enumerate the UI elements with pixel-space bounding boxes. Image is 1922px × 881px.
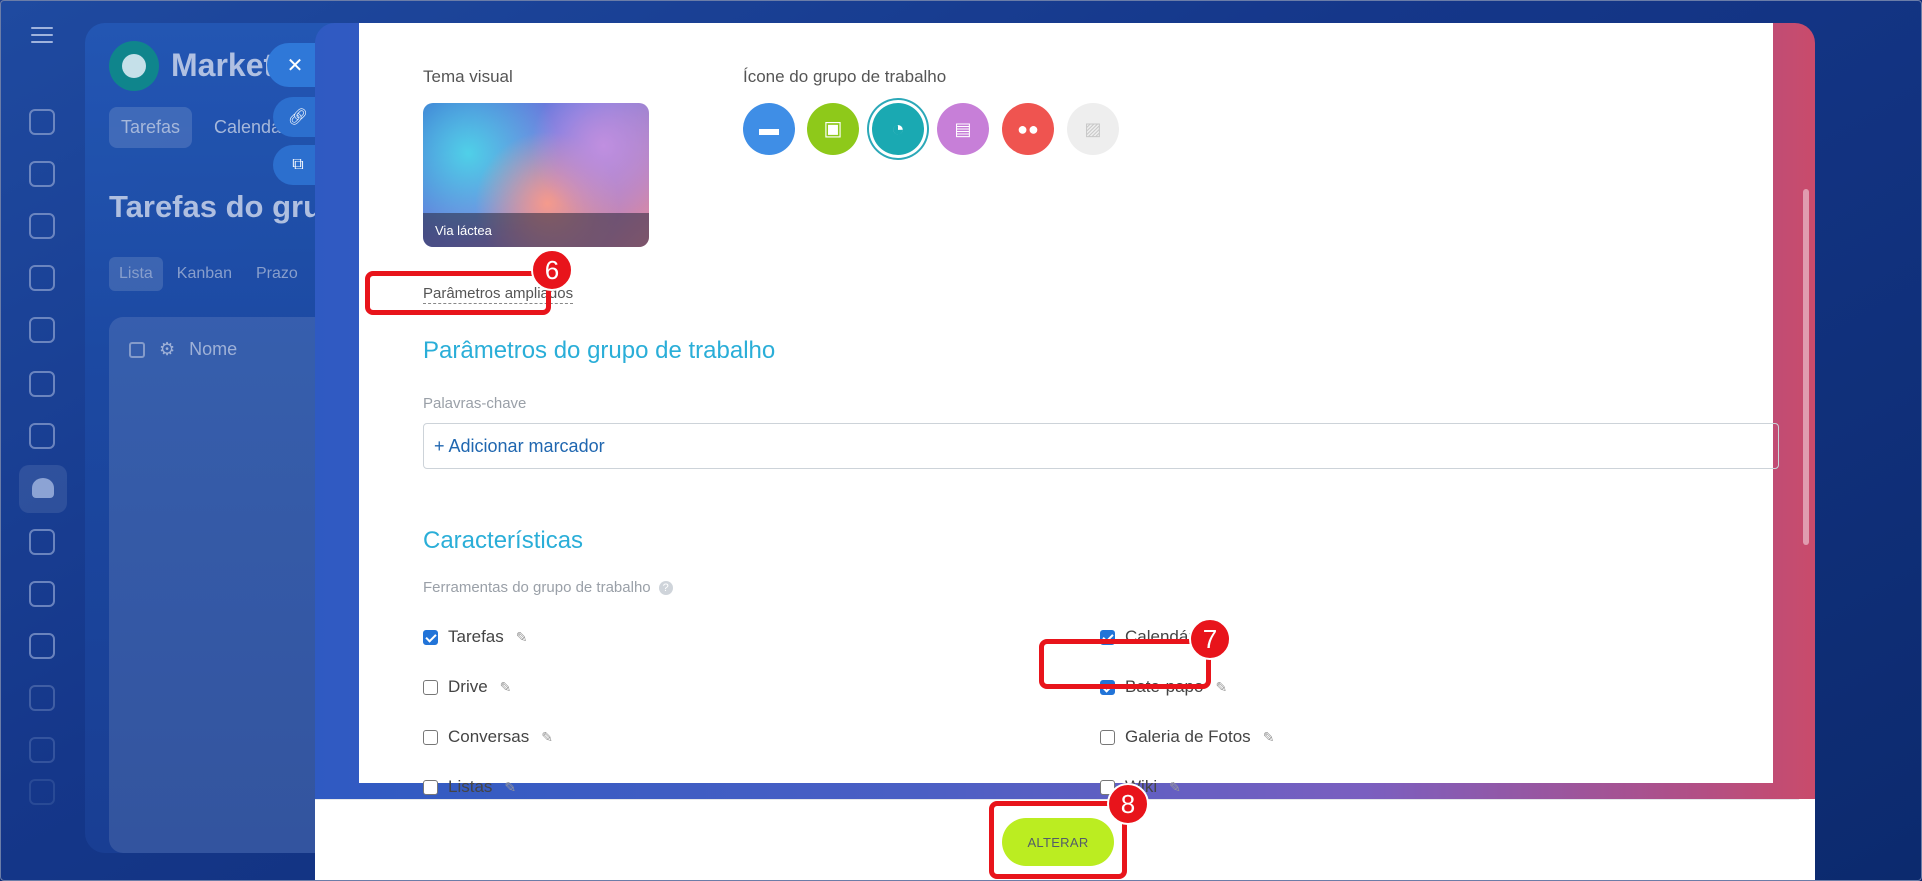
feature-label: Galeria de Fotos bbox=[1125, 727, 1251, 746]
link-icon: 🔗︎ bbox=[287, 109, 309, 126]
lists-checkbox[interactable] bbox=[423, 779, 438, 795]
tools-label: Ferramentas do grupo de trabalho? bbox=[423, 579, 673, 596]
column-name: Nome bbox=[189, 339, 238, 359]
chart-board-icon[interactable]: ▣ bbox=[807, 103, 859, 155]
keywords-input[interactable]: + Adicionar marcador bbox=[423, 423, 1779, 469]
calendar-icon[interactable] bbox=[29, 265, 55, 291]
photo-gallery-checkbox[interactable] bbox=[1100, 729, 1115, 745]
image-placeholder-icon[interactable]: ▨ bbox=[1067, 103, 1119, 155]
callout-chat bbox=[1039, 639, 1211, 689]
group-title: Market bbox=[171, 47, 275, 83]
tasks-icon[interactable] bbox=[29, 581, 55, 607]
document-icon[interactable] bbox=[29, 317, 55, 343]
drive-icon[interactable] bbox=[29, 371, 55, 397]
pie-chart-icon[interactable]: ◔ bbox=[872, 103, 924, 155]
pencil-icon[interactable]: ✎ bbox=[500, 679, 512, 696]
cart-icon[interactable] bbox=[29, 737, 55, 763]
tasks-checkbox[interactable] bbox=[423, 629, 438, 645]
feature-tasks[interactable]: Tarefas ✎ bbox=[423, 627, 527, 647]
add-tag-link[interactable]: + Adicionar marcador bbox=[434, 436, 605, 457]
menu-icon[interactable] bbox=[31, 27, 53, 45]
feature-label: Tarefas bbox=[448, 627, 504, 646]
team-icon[interactable]: ●● bbox=[1002, 103, 1054, 155]
conversations-checkbox[interactable] bbox=[423, 729, 438, 745]
view-kanban[interactable]: Kanban bbox=[167, 257, 242, 291]
callout-badge-8: 8 bbox=[1107, 783, 1149, 825]
sites-icon[interactable] bbox=[29, 109, 55, 135]
feature-label: Drive bbox=[448, 677, 488, 696]
feature-lists[interactable]: Listas ✎ bbox=[423, 777, 516, 797]
page-title: Tarefas do grup bbox=[109, 189, 341, 224]
callout-badge-6: 6 bbox=[531, 249, 573, 291]
callout-advanced-params bbox=[365, 271, 551, 315]
funnel-icon[interactable] bbox=[29, 633, 55, 659]
target-icon[interactable] bbox=[29, 685, 55, 711]
external-link-icon: ⧉ bbox=[292, 156, 304, 173]
callout-badge-7: 7 bbox=[1189, 618, 1231, 660]
pencil-icon[interactable]: ✎ bbox=[1169, 779, 1181, 796]
visual-theme-preview[interactable]: Via láctea bbox=[423, 103, 649, 247]
edit-workgroup-slider: Tema visual Via láctea Ícone do grupo de… bbox=[315, 23, 1815, 880]
screen: Market Tarefas Calendá Tarefas do grup L… bbox=[0, 0, 1922, 881]
scrollbar[interactable] bbox=[1803, 189, 1809, 545]
close-icon: ✕ bbox=[286, 54, 304, 77]
feature-photo-gallery[interactable]: Galeria de Fotos ✎ bbox=[1100, 727, 1274, 747]
tools-label-text: Ferramentas do grupo de trabalho bbox=[423, 579, 651, 596]
callout-save bbox=[989, 801, 1127, 879]
left-nav bbox=[1, 1, 85, 880]
view-deadline[interactable]: Prazo bbox=[246, 257, 308, 291]
mail-icon[interactable] bbox=[29, 423, 55, 449]
tab-tasks[interactable]: Tarefas bbox=[109, 107, 193, 148]
group-params-heading: Parâmetros do grupo de trabalho bbox=[423, 337, 776, 364]
groups-icon[interactable] bbox=[19, 465, 67, 513]
pencil-icon[interactable]: ✎ bbox=[516, 629, 528, 646]
chat-icon[interactable] bbox=[29, 161, 55, 187]
view-list[interactable]: Lista bbox=[109, 257, 163, 291]
table-header: ⚙ Nome bbox=[129, 339, 237, 360]
view-tabs: Lista Kanban Prazo bbox=[109, 257, 308, 291]
help-icon[interactable]: ? bbox=[658, 581, 673, 596]
group-icon-label: Ícone do grupo de trabalho bbox=[743, 67, 947, 86]
drive-checkbox[interactable] bbox=[423, 679, 438, 695]
feature-conversations[interactable]: Conversas ✎ bbox=[423, 727, 553, 747]
group-tabs: Tarefas Calendá bbox=[109, 107, 293, 148]
gear-icon[interactable]: ⚙ bbox=[159, 339, 175, 360]
pencil-icon[interactable]: ✎ bbox=[504, 779, 516, 796]
group-logo-icon bbox=[109, 41, 159, 91]
board-icon[interactable] bbox=[29, 529, 55, 555]
pencil-icon[interactable]: ✎ bbox=[541, 729, 553, 746]
select-all-checkbox[interactable] bbox=[129, 341, 145, 358]
right-rail: 🔔︎ ◎ ⟳ 👥︎ ◎ OT ◎ ◎ ☑ ☑ ☑ FE BP bbox=[1813, 1, 1921, 880]
visual-theme-label: Tema visual bbox=[423, 67, 513, 86]
features-heading: Características bbox=[423, 527, 584, 554]
visual-theme-name: Via láctea bbox=[423, 213, 649, 247]
feature-label: Conversas bbox=[448, 727, 530, 746]
feed-icon[interactable] bbox=[29, 213, 55, 239]
pencil-icon[interactable]: ✎ bbox=[1263, 729, 1275, 746]
feature-drive[interactable]: Drive ✎ bbox=[423, 677, 511, 697]
briefcase-icon[interactable]: ▤ bbox=[937, 103, 989, 155]
feature-label: Listas bbox=[448, 777, 493, 796]
keywords-label: Palavras-chave bbox=[423, 395, 527, 412]
folder-icon[interactable]: ▬ bbox=[743, 103, 795, 155]
pencil-icon[interactable]: ✎ bbox=[1215, 679, 1227, 696]
settings-icon[interactable] bbox=[29, 779, 55, 805]
